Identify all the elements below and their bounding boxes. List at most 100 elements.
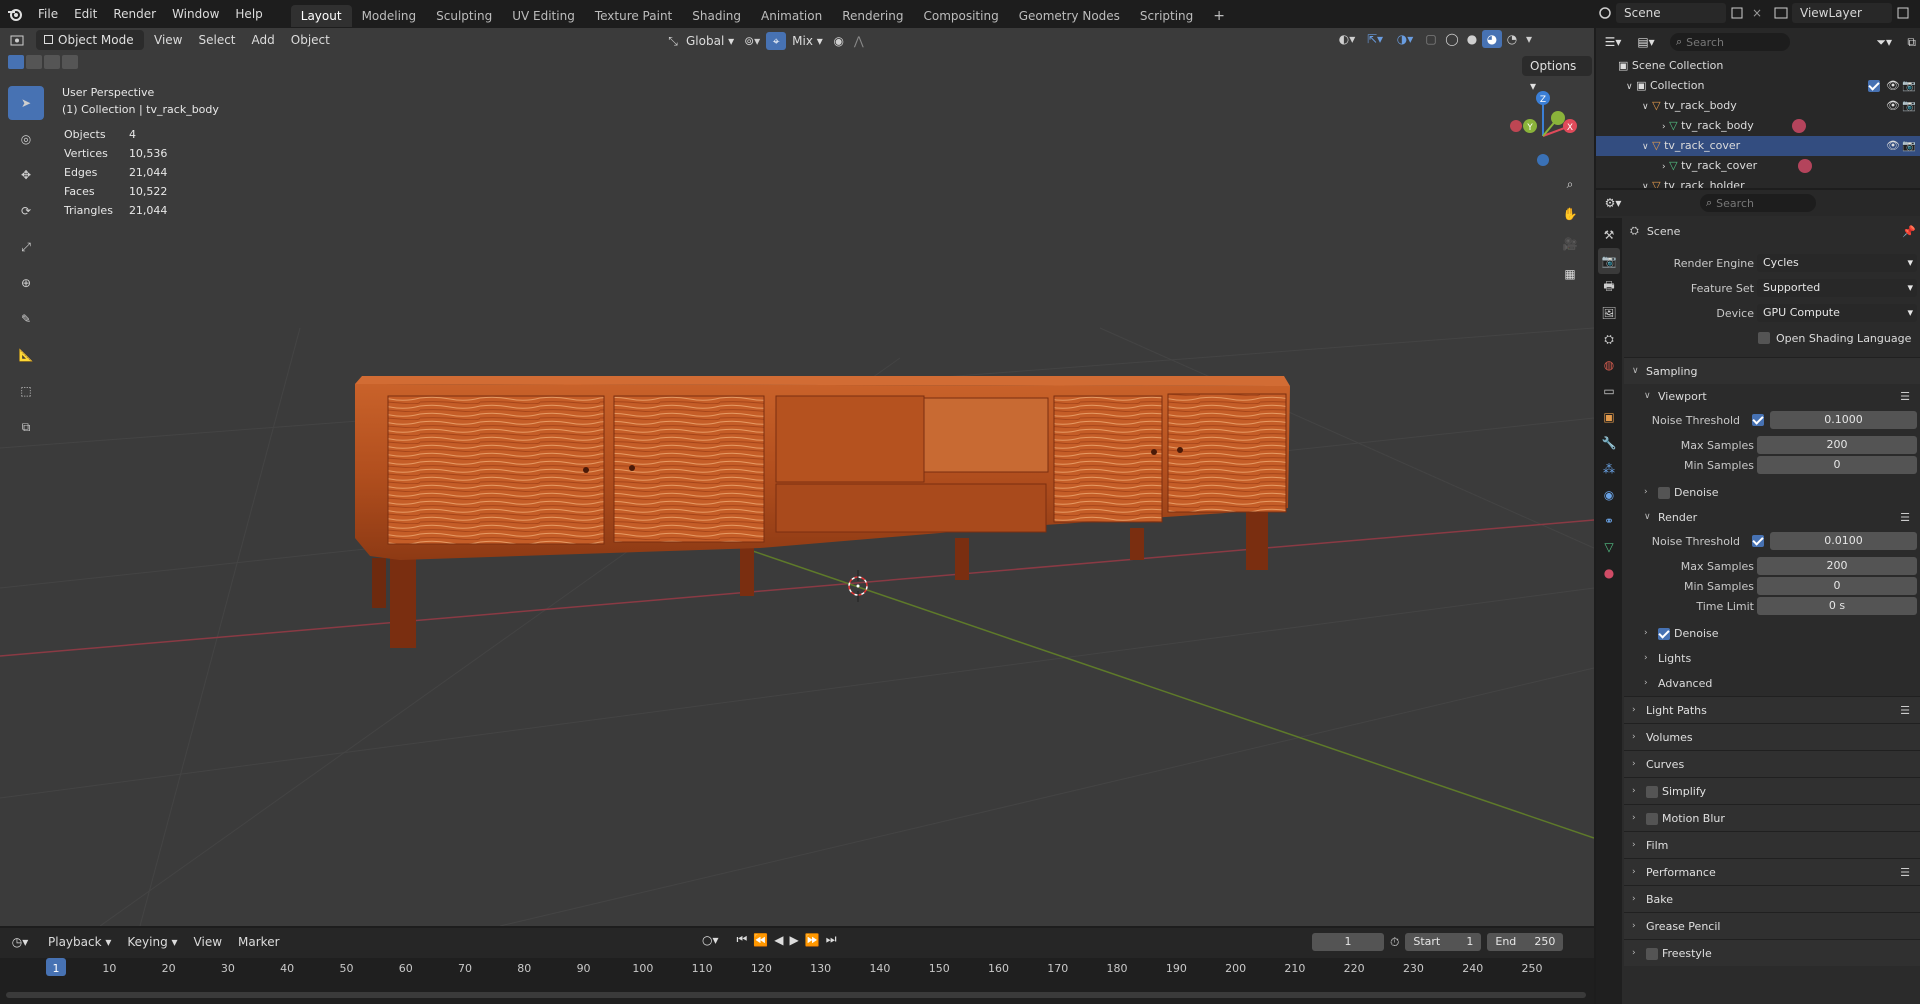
simplify-checkbox[interactable] [1646,786,1658,798]
start-frame-field[interactable]: Start 1 [1405,933,1482,951]
menu-file[interactable]: File [30,0,66,28]
subpanel-lights[interactable]: › Lights [1624,646,1920,671]
panel-curves[interactable]: › Curves [1624,750,1920,777]
panel-freestyle[interactable]: › Freestyle [1624,939,1920,966]
outliner-editor-icon[interactable]: ☰▾ [1596,35,1630,49]
menu-window[interactable]: Window [164,0,227,28]
outliner-search-field[interactable]: ⌕ Search [1670,33,1790,51]
chevron-down-icon[interactable]: ∨ [1642,142,1649,152]
outliner-row-collection[interactable]: ∨ ▣ Collection 👁 📷 [1596,76,1920,96]
tab-scripting[interactable]: Scripting [1130,5,1203,27]
pan-hand-icon[interactable]: ✋ [1558,202,1582,226]
motion-blur-checkbox[interactable] [1646,813,1658,825]
outliner-row-tv-rack-body[interactable]: ∨ ▽ tv_rack_body 👁 📷 [1596,96,1920,116]
jump-keyframe-back-icon[interactable]: ⏪ [753,933,768,947]
chevron-right-icon[interactable]: › [1662,162,1666,172]
filter-icon[interactable]: ⏷▾ [1876,35,1892,50]
overlays-toggle-icon[interactable]: ◑▾ [1390,32,1420,46]
options-dropdown[interactable]: Options ▾ [1522,56,1592,93]
viewport-min-samples-field[interactable]: 0 [1757,456,1917,474]
timeline-ruler[interactable]: 1 10 20 30 40 50 60 70 80 90 100 110 120 130 140 150 160… [0,958,1594,1004]
tab-particles[interactable]: ⁂ [1598,456,1620,482]
auto-keying-icon[interactable]: ○▾ [702,933,719,947]
tab-layout[interactable]: Layout [290,4,352,27]
tab-texture-paint[interactable]: Texture Paint [585,5,682,27]
freestyle-checkbox[interactable] [1646,948,1658,960]
new-collection-icon[interactable]: ⧉ [1907,35,1916,50]
osl-checkbox[interactable] [1758,332,1770,344]
render-engine-dropdown[interactable]: Cycles ▾ [1757,254,1917,272]
render-noise-field[interactable]: 0.0100 [1770,532,1917,550]
tab-constraints[interactable]: ⚭ [1598,508,1620,534]
render-denoise-checkbox[interactable] [1658,628,1670,640]
select-new-icon[interactable] [8,55,24,69]
timeline-editor-icon[interactable]: ◷▾ [0,935,40,949]
cursor-tool[interactable]: ◎ [8,122,44,156]
outliner-row-scene-collection[interactable]: ▣ Scene Collection [1596,56,1920,76]
clock-icon[interactable]: ⏱ [1390,935,1399,950]
rotate-tool[interactable]: ⟳ [8,194,44,228]
tab-shading[interactable]: Shading [682,5,751,27]
add-object-tool[interactable]: ⧉ [8,410,44,444]
new-scene-icon[interactable] [1726,7,1748,19]
eye-icon[interactable]: 👁 [1886,96,1900,116]
view-layer-selector[interactable]: ViewLayer [1792,3,1892,23]
tab-rendering[interactable]: Rendering [832,5,913,27]
jump-keyframe-forward-icon[interactable]: ⏩ [805,933,820,947]
shading-options-icon[interactable]: ▾ [1522,32,1536,46]
3d-viewport[interactable]: Object Mode ▾ View Select Add Object ⤡ G… [0,28,1594,926]
exclude-checkbox[interactable] [1868,80,1880,92]
delete-scene-icon[interactable]: × [1748,6,1766,20]
menu-marker[interactable]: Marker [230,931,287,953]
snap-target-dropdown[interactable]: Mix ▾ [786,30,829,52]
tab-object[interactable]: ▣ [1598,404,1620,430]
scale-tool[interactable]: ⤢ [8,230,44,264]
outliner-row-tv-rack-cover-mesh[interactable]: › ▽ tv_rack_cover [1596,156,1920,176]
add-workspace-button[interactable]: + [1203,5,1235,27]
new-view-layer-icon[interactable] [1892,7,1914,19]
chevron-right-icon[interactable]: › [1662,122,1666,132]
properties-editor-icon[interactable]: ⚙▾ [1596,196,1630,210]
menu-keying[interactable]: Keying ▾ [119,931,185,953]
subpanel-render-denoise[interactable]: › Denoise [1624,621,1920,646]
editor-type-icon[interactable] [0,34,34,46]
camera-icon[interactable]: 📷 [1902,96,1916,116]
tab-tool[interactable]: ⚒ [1598,222,1620,248]
tab-animation[interactable]: Animation [751,5,832,27]
wireframe-shading-icon[interactable]: ◯ [1442,32,1462,46]
tab-data[interactable]: ▽ [1598,534,1620,560]
list-icon[interactable]: ☰ [1900,697,1910,724]
gizmo-toggle-icon[interactable]: ⇱▾ [1360,32,1390,46]
annotate-tool[interactable]: ✎ [8,302,44,336]
tab-uv-editing[interactable]: UV Editing [502,5,585,27]
scene-icon[interactable] [1594,6,1616,20]
material-preview-icon[interactable]: ◕ [1482,30,1502,48]
menu-add[interactable]: Add [244,29,283,51]
tab-compositing[interactable]: Compositing [913,5,1008,27]
camera-icon[interactable]: 📷 [1902,76,1916,96]
end-frame-field[interactable]: End 250 [1487,933,1564,951]
panel-motion-blur[interactable]: › Motion Blur [1624,804,1920,831]
ortho-toggle-icon[interactable]: ▦ [1558,262,1582,286]
menu-help[interactable]: Help [227,0,270,28]
menu-edit[interactable]: Edit [66,0,105,28]
eye-icon[interactable]: 👁 [1886,136,1900,156]
render-min-samples-field[interactable]: 0 [1757,577,1917,595]
panel-light-paths[interactable]: › Light Paths ☰ [1624,696,1920,723]
subpanel-advanced[interactable]: › Advanced [1624,671,1920,696]
panel-performance[interactable]: › Performance ☰ [1624,858,1920,885]
device-dropdown[interactable]: GPU Compute ▾ [1757,304,1917,322]
tab-material[interactable]: ● [1598,560,1620,586]
list-icon[interactable]: ☰ [1900,384,1910,409]
eye-icon[interactable]: 👁 [1886,76,1900,96]
falloff-icon[interactable]: ⋀ [849,34,869,48]
select-extend-icon[interactable] [26,55,42,69]
tab-collection[interactable]: ▭ [1598,378,1620,404]
menu-render[interactable]: Render [105,0,164,28]
play-reverse-icon[interactable]: ◀ [774,933,783,947]
proportional-editing-icon[interactable]: ◉ [829,34,849,48]
select-box-tool[interactable]: ➤ [8,86,44,120]
tab-output[interactable]: 🖶 [1598,274,1620,300]
add-cube-tool[interactable]: ⬚ [8,374,44,408]
subpanel-viewport-denoise[interactable]: › Denoise [1624,480,1920,505]
